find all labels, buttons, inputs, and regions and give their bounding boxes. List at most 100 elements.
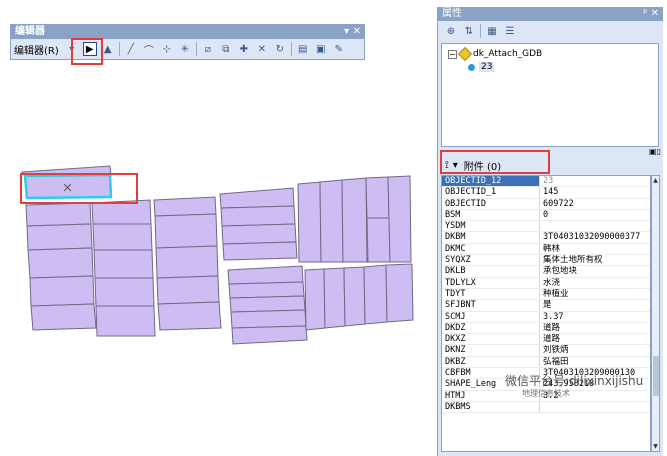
map-canvas[interactable] (0, 0, 430, 456)
parcel-polygon[interactable] (30, 303, 97, 331)
attribute-field-value[interactable]: 种植业 (540, 289, 650, 299)
parcel-polygon[interactable] (156, 275, 220, 305)
construct-point-icon[interactable]: ⊹ (160, 42, 174, 56)
attribute-row[interactable]: SCMJ 3.37 (442, 311, 650, 323)
parcel-polygon[interactable] (219, 187, 295, 209)
panel-title-controls[interactable]: ᵖ ✕ (643, 7, 659, 21)
parcel-polygon[interactable] (94, 277, 155, 307)
attribute-field-value[interactable]: 道路 (540, 334, 650, 344)
parcel-polygon[interactable] (363, 264, 388, 325)
attribute-row[interactable]: DKLB 承包地块 (442, 266, 650, 278)
attribute-row[interactable]: BSM 0 (442, 209, 650, 222)
parcel-polygon[interactable] (26, 223, 93, 251)
reshape-icon[interactable]: ⧉ (219, 42, 233, 56)
parcel-polygon[interactable] (323, 267, 346, 329)
split-icon[interactable]: ⧄ (201, 42, 215, 56)
scroll-down-icon[interactable]: ▼ (652, 442, 659, 451)
attribute-row[interactable]: TDYT 种植业 (442, 288, 650, 301)
parcel-polygon[interactable] (222, 241, 298, 261)
parcel-polygon[interactable] (230, 309, 307, 329)
parcel-polygon[interactable] (93, 249, 154, 279)
parcel-polygon[interactable] (228, 281, 305, 299)
attribute-field-value[interactable]: 145 (540, 187, 650, 197)
curve-segment-icon[interactable]: ⌒ (142, 42, 156, 57)
attribute-row[interactable]: DKNZ 刘铁炳 (442, 345, 650, 357)
tree-feature-row[interactable]: 23 (468, 62, 495, 72)
attribute-row[interactable]: DKDZ 道路 (442, 322, 650, 335)
create-features-icon[interactable]: ✎ (332, 42, 346, 56)
scroll-thumb[interactable] (653, 356, 659, 396)
parcel-polygon[interactable] (319, 179, 344, 263)
collapse-icon[interactable]: − (448, 49, 457, 59)
tree-view-icon[interactable]: ⊕ (444, 24, 458, 38)
editor-title-controls[interactable]: ▾ ✕ (344, 25, 361, 39)
parcel-polygon[interactable] (366, 217, 391, 263)
attribute-field-value[interactable]: 韩林 (540, 244, 650, 254)
parcel-polygon[interactable] (343, 266, 366, 327)
attribute-field-value[interactable]: 3T04031032090000377 (540, 232, 650, 242)
attribute-field-value[interactable]: 承包地块 (540, 266, 650, 276)
parcel-polygon[interactable] (231, 325, 308, 345)
parcel-polygon[interactable] (95, 305, 156, 337)
attribute-field-value[interactable]: 水浇 (540, 278, 650, 288)
attribute-row[interactable]: OBJECTID 609722 (442, 198, 650, 210)
options-icon[interactable]: ☰ (503, 24, 517, 38)
sketch-properties-icon[interactable]: ▣ (314, 42, 328, 56)
attribute-scrollbar[interactable]: ▲ ▼ (651, 175, 660, 452)
attribute-field-value[interactable]: 23 (540, 176, 650, 186)
attribute-field-value[interactable]: 刘铁炳 (540, 345, 650, 355)
attribute-row[interactable]: SYQXZ 集体土地所有权 (442, 255, 650, 267)
parcel-polygon[interactable] (155, 245, 219, 279)
parcel-polygon[interactable] (221, 223, 297, 245)
cut-polygon-icon[interactable]: ✚ (237, 42, 251, 56)
sort-az-icon[interactable]: ⇅ (462, 24, 476, 38)
parcel-polygon[interactable] (227, 265, 304, 285)
parcel-polygon[interactable] (92, 223, 153, 251)
layer-list-icon[interactable]: ▦ (485, 24, 499, 38)
attribute-field-value[interactable] (540, 221, 650, 231)
midpoint-icon[interactable]: ✳ (178, 42, 192, 56)
attribute-row[interactable]: YSDM (442, 221, 650, 233)
attribute-field-value[interactable] (540, 402, 650, 412)
parcel-polygon[interactable] (29, 275, 95, 307)
parcel-polygon[interactable] (154, 213, 218, 249)
attribute-grid[interactable]: OBJECTID_12 23 OBJECTID_1 145 OBJECTID 609722… (441, 175, 651, 452)
split-line-icon[interactable]: ✕ (255, 42, 269, 56)
attribute-field-value[interactable]: 3.37 (540, 312, 650, 322)
attribute-row[interactable]: TDLYLX 水浇 (442, 277, 650, 289)
editor-menu-button[interactable]: 编辑器(R) (14, 42, 59, 57)
attribute-row[interactable]: DKMC 韩林 (442, 243, 650, 256)
parcel-polygon[interactable] (297, 181, 322, 263)
attribute-field-value[interactable]: 弘福田 (540, 357, 650, 367)
parcel-polygon[interactable] (229, 295, 306, 313)
parcel-polygon[interactable] (25, 202, 92, 227)
splitter-controls-icon[interactable]: ▣▯ (649, 147, 661, 156)
parcel-polygon[interactable] (385, 263, 414, 323)
attribute-row[interactable]: OBJECTID_1 145 (442, 187, 650, 199)
parcel-polygon[interactable] (341, 177, 368, 263)
attribute-row[interactable]: OBJECTID_12 23 (442, 176, 650, 188)
attribute-row[interactable]: DKBMS (442, 401, 650, 414)
parcel-polygon[interactable] (27, 247, 94, 279)
parcel-polygon[interactable] (387, 175, 412, 263)
parcel-map[interactable] (0, 0, 430, 456)
scroll-up-icon[interactable]: ▲ (652, 176, 659, 185)
parcel-polygon[interactable] (153, 196, 217, 217)
parcel-polygon[interactable] (220, 205, 296, 227)
parcel-polygon[interactable] (304, 268, 326, 331)
attribute-field-value[interactable]: 0 (540, 210, 650, 220)
straight-segment-icon[interactable]: ╱ (124, 42, 138, 56)
tree-layer-row[interactable]: − dk_Attach_GDB (448, 46, 542, 62)
parcel-polygon[interactable] (157, 301, 222, 331)
attribute-row[interactable]: DKXZ 道路 (442, 334, 650, 346)
attribute-row[interactable]: DKBM 3T04031032090000377 (442, 232, 650, 244)
attribute-field-value[interactable]: 道路 (540, 323, 650, 333)
attribute-row[interactable]: DKBZ 弘福田 (442, 356, 650, 369)
attribute-table-icon[interactable]: ▤ (296, 42, 310, 56)
attribute-row[interactable]: SFJBNT 是 (442, 300, 650, 312)
feature-tree[interactable]: − dk_Attach_GDB 23 (441, 43, 659, 147)
attribute-field-value[interactable]: 是 (540, 300, 650, 310)
attribute-field-value[interactable]: 609722 (540, 199, 650, 209)
rotate-icon[interactable]: ↻ (273, 42, 287, 56)
parcel-polygon[interactable] (365, 176, 390, 219)
